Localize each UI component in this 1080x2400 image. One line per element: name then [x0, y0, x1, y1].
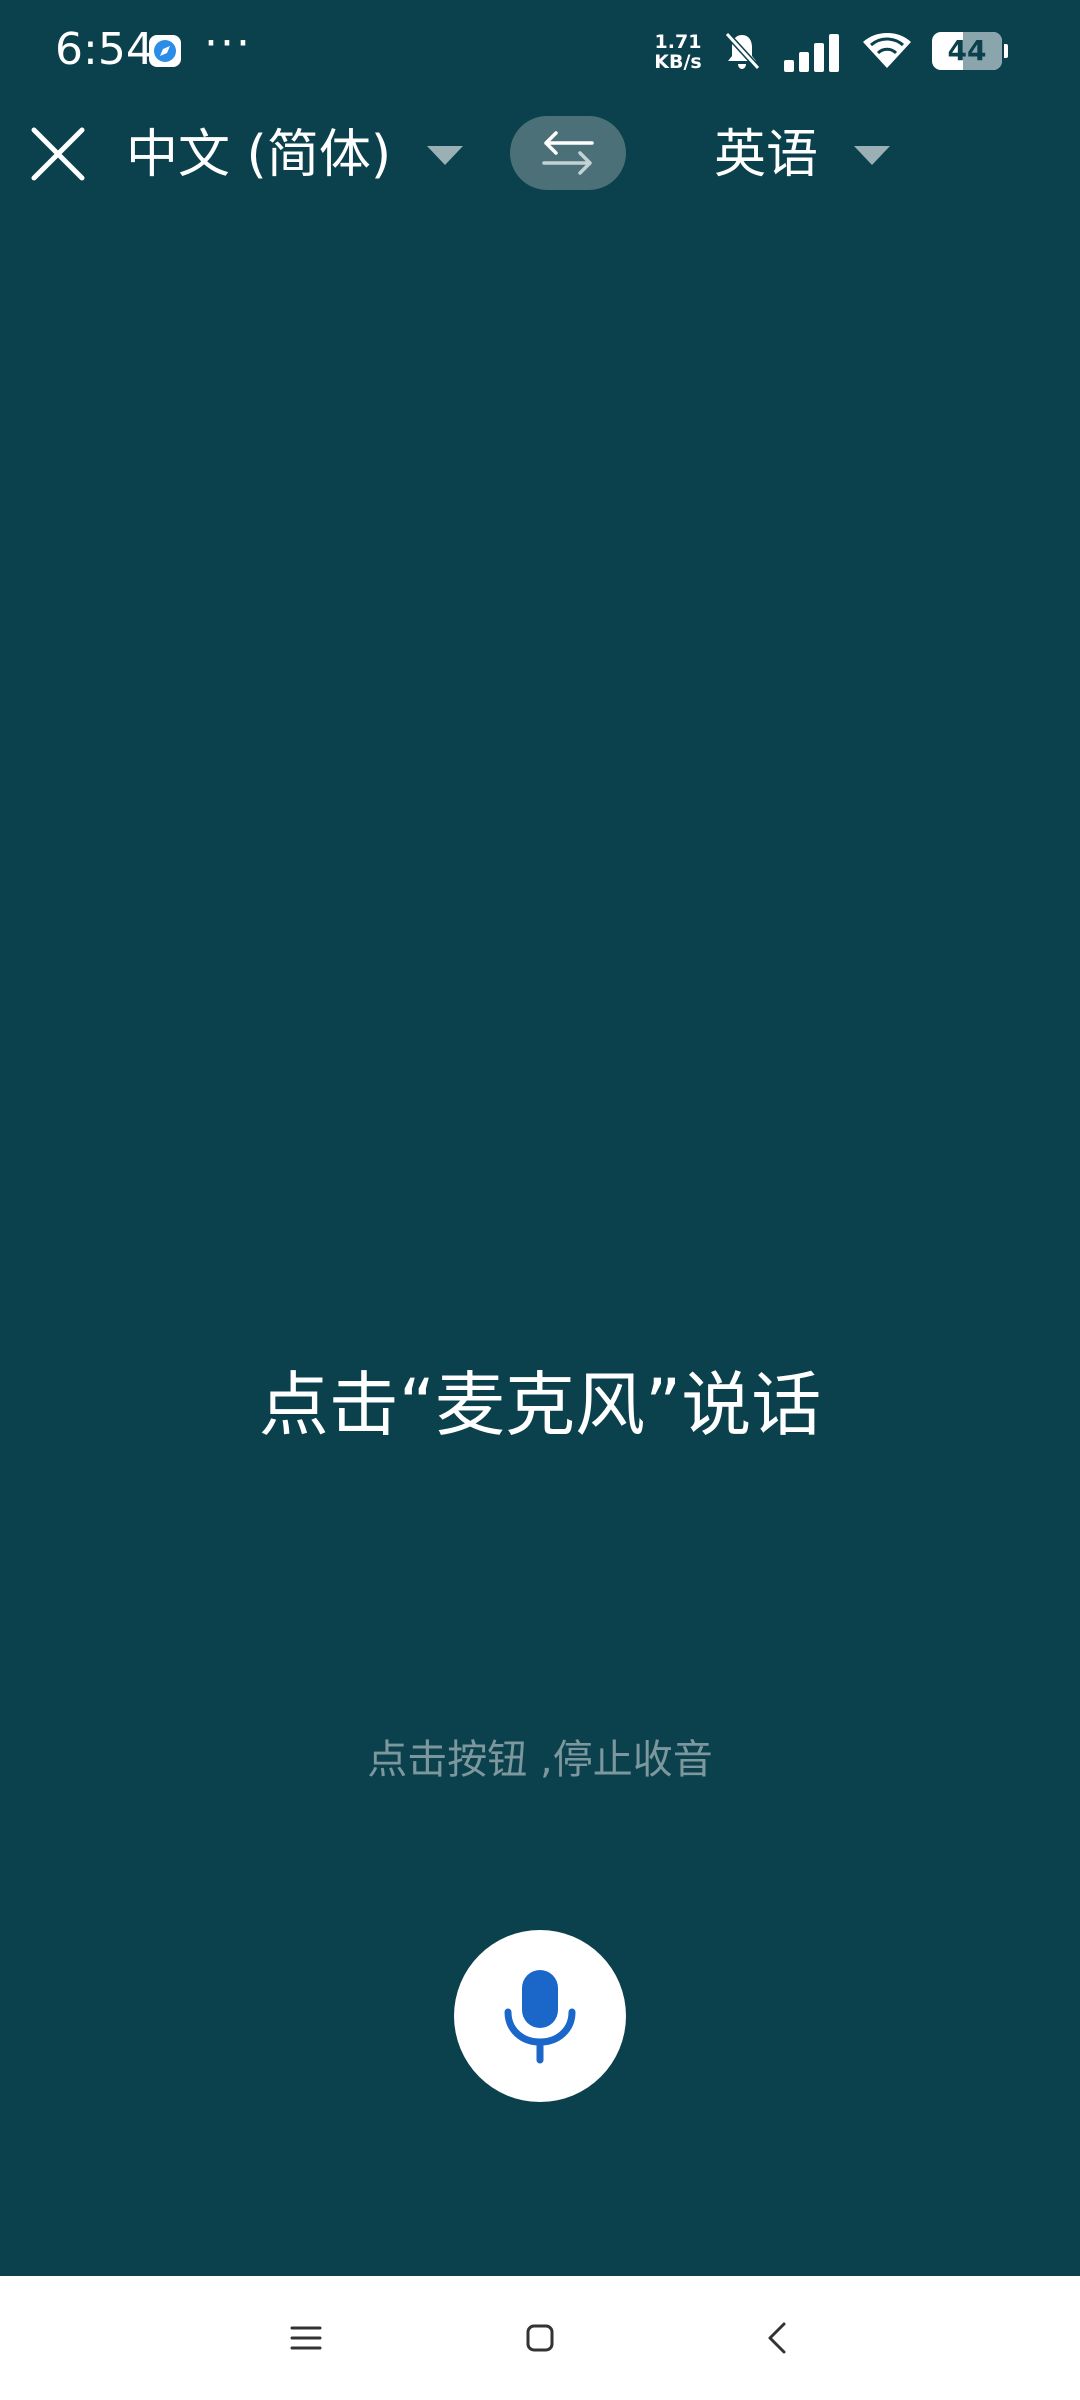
triangle-down-icon	[854, 146, 891, 165]
network-speed-value: 1.71	[654, 31, 702, 53]
status-time: 6:54	[55, 24, 154, 75]
recent-apps-button[interactable]	[274, 2306, 338, 2370]
source-language-label: 中文 (简体)	[126, 125, 392, 185]
swap-languages-button[interactable]	[510, 116, 626, 190]
network-speed: 1.71 KB/s	[648, 32, 708, 72]
language-toolbar: 中文 (简体) 英语	[0, 100, 1080, 210]
battery-tip	[1004, 44, 1008, 58]
home-button[interactable]	[508, 2306, 572, 2370]
microphone-button[interactable]	[454, 1930, 626, 2102]
more-notifications-icon: ···	[204, 18, 252, 69]
back-button[interactable]	[746, 2306, 810, 2370]
source-language-selector[interactable]: 中文 (简体)	[126, 120, 465, 190]
system-navigation-bar	[0, 2276, 1080, 2400]
target-language-selector[interactable]: 英语	[714, 120, 892, 190]
signal-icon	[784, 34, 839, 72]
swap-arrows-icon	[542, 131, 594, 175]
battery-icon: 44	[932, 32, 1008, 70]
mute-bell-icon	[724, 31, 761, 71]
triangle-down-icon	[427, 146, 464, 165]
battery-body: 44	[932, 32, 1002, 70]
network-speed-unit: KB/s	[654, 51, 702, 73]
voice-translate-screen: 6:54 ··· 1.71 KB/s 44 中文 (简体) 英语 点击“麦克风”…	[0, 0, 1080, 2400]
target-language-label: 英语	[714, 125, 819, 185]
menu-icon	[290, 2326, 322, 2350]
microphone-icon	[504, 1970, 576, 2064]
close-icon	[31, 127, 85, 181]
battery-level: 44	[947, 34, 987, 67]
back-icon	[768, 2322, 786, 2354]
status-bar: 6:54 ··· 1.71 KB/s 44	[0, 0, 1080, 100]
speak-prompt: 点击“麦克风”说话	[258, 1364, 822, 1446]
stop-hint: 点击按钮 ,停止收音	[367, 1737, 713, 1783]
home-icon	[526, 2324, 554, 2352]
browser-app-icon	[149, 35, 181, 67]
close-button[interactable]	[22, 118, 94, 190]
wifi-icon	[863, 33, 911, 68]
